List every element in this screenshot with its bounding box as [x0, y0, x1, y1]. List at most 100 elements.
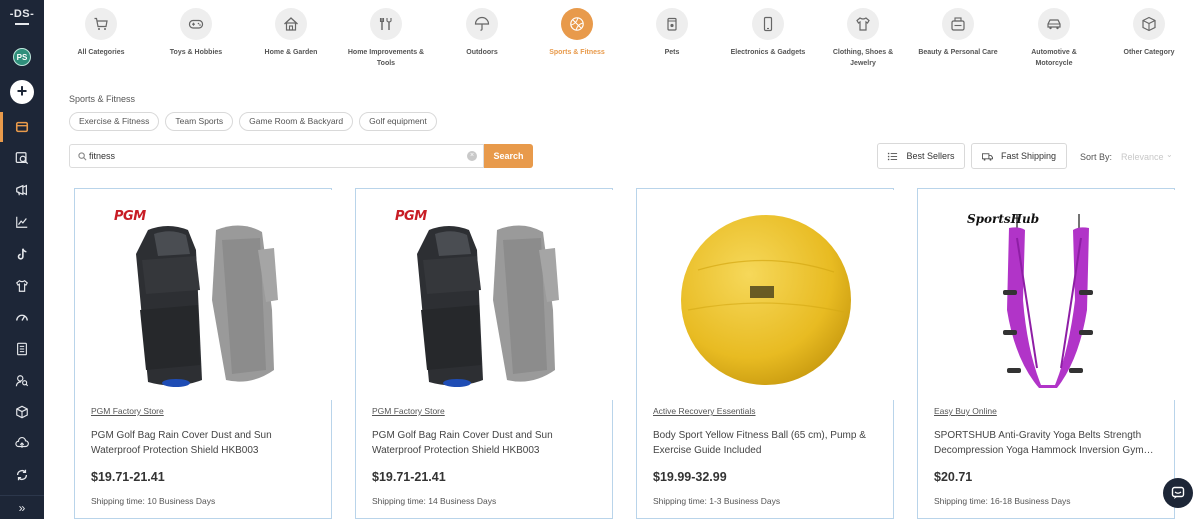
category-outdoors[interactable]: Outdoors [440, 6, 524, 58]
sidebar-item-sync[interactable] [0, 460, 44, 490]
tiktok-icon [17, 248, 27, 260]
sidebar-item-import[interactable] [0, 428, 44, 458]
product-price: $19.99-32.99 [653, 470, 727, 484]
sort-select[interactable]: Relevance [1121, 152, 1164, 162]
sidebar-item-analytics[interactable] [0, 207, 44, 237]
shipping-time: Shipping time: 16-18 Business Days [934, 496, 1071, 506]
category-bar: All Categories Toys & Hobbies Home & Gar… [58, 6, 1200, 76]
store-link[interactable]: PGM Factory Store [372, 406, 445, 416]
search-input[interactable]: fitness × [69, 144, 484, 168]
avatar[interactable]: PS [13, 48, 31, 66]
product-card[interactable]: PGM PGM Factory Store PGM Golf Bag Rain … [355, 188, 613, 519]
chat-icon [1171, 486, 1185, 499]
megaphone-icon [16, 184, 27, 196]
chevron-down-icon[interactable]: ⌄ [1166, 150, 1173, 159]
sportshub-logo: SportsHub [967, 212, 1040, 226]
search-products-icon [15, 152, 29, 165]
cosmetics-icon [951, 17, 965, 31]
best-sellers-label: Best Sellers [906, 151, 955, 161]
product-card[interactable]: PGM PGM Factory Store PGM Golf Bag Rain … [74, 188, 332, 519]
chat-button[interactable] [1163, 478, 1193, 508]
best-sellers-button[interactable]: Best Sellers [877, 143, 965, 169]
sidebar-item-products[interactable] [0, 397, 44, 427]
category-sports-fitness[interactable]: Sports & Fitness [535, 6, 619, 58]
category-home-garden[interactable]: Home & Garden [249, 6, 333, 58]
shirt-icon [856, 17, 870, 31]
sidebar-item-performance[interactable] [0, 302, 44, 332]
category-electronics[interactable]: Electronics & Gadgets [726, 6, 810, 58]
gauge-icon [16, 314, 28, 321]
tshirt-icon [16, 280, 28, 292]
product-title[interactable]: PGM Golf Bag Rain Cover Dust and Sun Wat… [372, 428, 600, 458]
product-image[interactable]: PGM [357, 190, 613, 400]
cube-icon [1142, 16, 1156, 32]
product-image[interactable]: PGM [76, 190, 332, 400]
fast-shipping-button[interactable]: Fast Shipping [971, 143, 1067, 169]
product-title[interactable]: PGM Golf Bag Rain Cover Dust and Sun Wat… [91, 428, 319, 458]
pgm-logo: PGM [114, 209, 146, 224]
product-card[interactable]: Active Recovery Essentials Body Sport Ye… [636, 188, 894, 519]
app-logo[interactable]: -DS- [0, 8, 44, 25]
subcategory-chips: Exercise & Fitness Team Sports Game Room… [69, 112, 437, 131]
product-card[interactable]: SportsHub Easy Buy Online SPORTSHUB Anti… [917, 188, 1175, 519]
product-title[interactable]: Body Sport Yellow Fitness Ball (65 cm), … [653, 428, 881, 458]
umbrella-icon [474, 16, 490, 31]
phone-icon [763, 16, 773, 32]
sidebar-collapse-button[interactable]: » [0, 495, 44, 519]
sidebar: -DS- PS + » [0, 0, 44, 519]
product-title[interactable]: SPORTSHUB Anti-Gravity Yoga Belts Streng… [934, 428, 1162, 458]
search-button[interactable]: Search [484, 144, 533, 168]
search-value: fitness [89, 151, 116, 161]
box-icon [16, 405, 28, 419]
sidebar-item-orders[interactable] [0, 334, 44, 364]
category-beauty[interactable]: Beauty & Personal Care [916, 6, 1000, 58]
document-icon [17, 342, 27, 356]
sidebar-item-marketing[interactable] [0, 175, 44, 205]
clear-search-icon[interactable]: × [467, 151, 477, 161]
product-price: $19.71-21.41 [372, 470, 446, 484]
sidebar-item-store[interactable] [0, 112, 44, 142]
tools-icon [379, 18, 392, 30]
analytics-icon [16, 216, 28, 228]
category-all[interactable]: All Categories [59, 6, 143, 58]
breadcrumb: Sports & Fitness [69, 94, 136, 104]
sidebar-item-tiktok[interactable] [0, 239, 44, 269]
store-link[interactable]: PGM Factory Store [91, 406, 164, 416]
app-root: -DS- PS + » All Categories Toys & Hobbie… [0, 0, 1200, 519]
shipping-time: Shipping time: 14 Business Days [372, 496, 497, 506]
search-icon [78, 152, 87, 161]
pgm-logo: PGM [395, 209, 427, 224]
fitness-ball-image [681, 215, 851, 385]
store-link[interactable]: Easy Buy Online [934, 406, 997, 416]
category-other[interactable]: Other Category [1107, 6, 1191, 58]
category-clothing[interactable]: Clothing, Shoes & Jewelry [821, 6, 905, 69]
sidebar-item-search-products[interactable] [0, 143, 44, 173]
sidebar-item-suppliers[interactable] [0, 366, 44, 396]
house-icon [284, 17, 298, 31]
yoga-hammock-image [1003, 214, 1093, 388]
category-home-improvements[interactable]: Home Improvements & Tools [344, 6, 428, 69]
user-search-icon [15, 375, 29, 387]
category-toys[interactable]: Toys & Hobbies [154, 6, 238, 58]
add-button[interactable]: + [10, 80, 34, 104]
chip-team-sports[interactable]: Team Sports [165, 112, 234, 131]
product-price: $19.71-21.41 [91, 470, 165, 484]
chip-game-room[interactable]: Game Room & Backyard [239, 112, 354, 131]
pet-food-icon [667, 17, 677, 31]
shipping-time: Shipping time: 1-3 Business Days [653, 496, 781, 506]
shipping-time: Shipping time: 10 Business Days [91, 496, 216, 506]
store-icon [15, 121, 29, 133]
store-link[interactable]: Active Recovery Essentials [653, 406, 756, 416]
product-image[interactable]: SportsHub [919, 190, 1175, 400]
sidebar-item-apparel[interactable] [0, 271, 44, 301]
truck-icon [981, 152, 993, 161]
chip-exercise-fitness[interactable]: Exercise & Fitness [69, 112, 160, 131]
category-automotive[interactable]: Automotive & Motorcycle [1012, 6, 1096, 69]
basketball-icon [570, 17, 584, 31]
cart-icon [94, 17, 108, 30]
product-price: $20.71 [934, 470, 973, 484]
sort-label: Sort By: [1080, 152, 1113, 162]
product-image[interactable] [638, 190, 894, 400]
chip-golf-equipment[interactable]: Golf equipment [359, 112, 437, 131]
category-pets[interactable]: Pets [630, 6, 714, 58]
